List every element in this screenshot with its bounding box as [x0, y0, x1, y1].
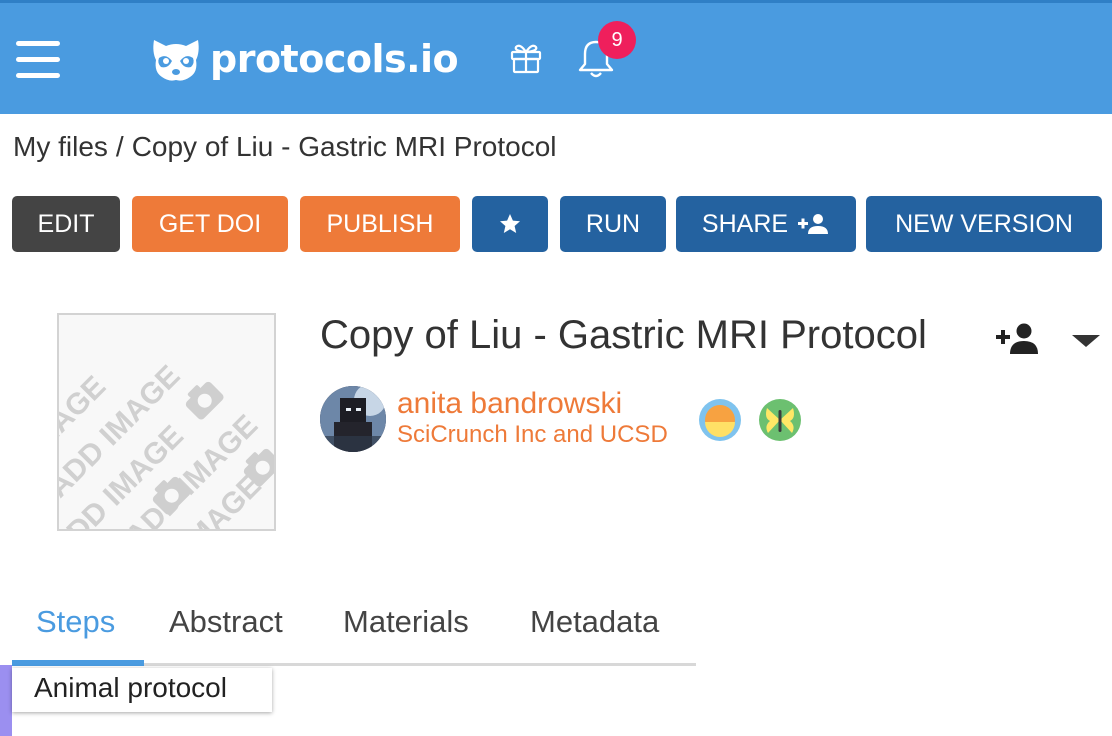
new-version-button[interactable]: NEW VERSION: [866, 196, 1102, 252]
menu-icon[interactable]: [16, 41, 62, 81]
get-doi-button[interactable]: GET DOI: [132, 196, 288, 252]
star-icon: [500, 214, 520, 233]
share-button[interactable]: SHARE: [676, 196, 856, 252]
add-image-placeholder[interactable]: ADD IMAGE ADD IMAGE ADD IMAGE ADD IMAGE …: [57, 313, 276, 531]
add-image-pattern: ADD IMAGE ADD IMAGE ADD IMAGE ADD IMAGE …: [59, 359, 274, 529]
author-name[interactable]: anita bandrowski: [397, 387, 622, 421]
section-chip[interactable]: Animal protocol: [12, 668, 272, 712]
section-color-strip: [0, 665, 12, 736]
tab-abstract[interactable]: Abstract: [169, 604, 283, 640]
add-person-icon: [798, 214, 829, 234]
protocol-title: Copy of Liu - Gastric MRI Protocol: [320, 313, 927, 357]
run-button[interactable]: RUN: [560, 196, 666, 252]
gift-icon[interactable]: [508, 39, 544, 75]
breadcrumb-my-files[interactable]: My files: [13, 131, 108, 162]
active-tab-indicator: [12, 660, 144, 666]
add-collaborator-icon[interactable]: [996, 322, 1040, 354]
top-bar: protocols.io 9: [0, 0, 1112, 114]
author-affiliation: SciCrunch Inc and UCSD: [397, 421, 668, 448]
brand-name: protocols.io: [210, 37, 459, 81]
bookmark-star-button[interactable]: [472, 196, 548, 252]
camera-icon: [185, 381, 224, 420]
title-dropdown-caret-icon[interactable]: [1072, 335, 1100, 347]
tab-materials[interactable]: Materials: [343, 604, 469, 640]
edit-button[interactable]: EDIT: [12, 196, 120, 252]
avatar[interactable]: [320, 386, 386, 452]
tab-metadata[interactable]: Metadata: [530, 604, 659, 640]
notification-badge[interactable]: 9: [598, 21, 636, 59]
protocols-io-logo[interactable]: protocols.io: [150, 33, 459, 85]
avatar-image: [320, 386, 386, 452]
tab-steps[interactable]: Steps: [36, 604, 115, 640]
raccoon-logo-icon: [153, 40, 199, 81]
sunrise-badge-icon[interactable]: [698, 398, 742, 442]
publish-button[interactable]: PUBLISH: [300, 196, 460, 252]
breadcrumb-separator: /: [115, 131, 124, 162]
protocol-tabs: Steps Abstract Materials Metadata: [12, 592, 696, 666]
share-button-label: SHARE: [701, 209, 789, 238]
butterfly-badge-icon[interactable]: [758, 398, 802, 442]
breadcrumb-current: Copy of Liu - Gastric MRI Protocol: [131, 131, 557, 162]
breadcrumb: My files / Copy of Liu - Gastric MRI Proto…: [13, 131, 557, 163]
